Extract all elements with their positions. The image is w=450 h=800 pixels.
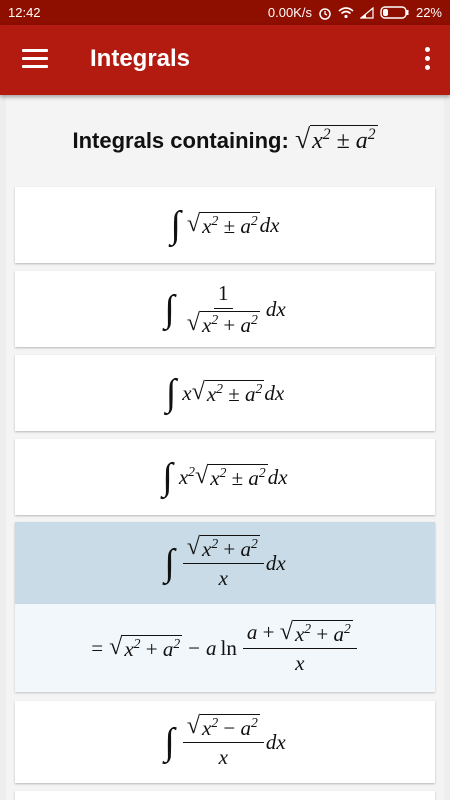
wifi-icon — [338, 7, 354, 19]
heading-formula: √ x2 ± a2 — [294, 123, 378, 154]
integral-card[interactable]: ∫ 1 √ x2 + a2 dx — [15, 271, 435, 347]
alarm-icon — [319, 7, 331, 20]
status-bar: 12:42 0.00K/s 22% — [0, 0, 450, 25]
battery-icon — [380, 6, 409, 19]
content: Integrals containing: √ x2 ± a2 ∫ √ x2 ± a… — [6, 95, 444, 800]
app-bar: Integrals — [0, 25, 450, 95]
integral-card[interactable]: ∫ √ x2 − a2 x dx — [15, 701, 435, 783]
integral-card-selected[interactable]: ∫ √ x2 + a2 x dx — [15, 522, 435, 604]
integral-formula: ∫ √ x2 − a2 x dx — [164, 711, 286, 770]
status-icons: 0.00K/s 22% — [268, 5, 442, 20]
heading-text: Integrals containing: — [72, 128, 289, 153]
status-time: 12:42 — [8, 5, 41, 20]
integral-card[interactable]: ∫ √ x2 ± a2 dx — [15, 187, 435, 263]
integral-formula: ∫ x2 √ x2 ± a2 dx — [162, 456, 288, 498]
integral-card[interactable]: ∫ x2 √ x2 ± a2 dx — [15, 439, 435, 515]
page-title: Integrals — [90, 45, 191, 72]
signal-icon — [359, 6, 374, 19]
battery-level: 22% — [415, 5, 442, 20]
section-heading: Integrals containing: √ x2 ± a2 — [6, 125, 444, 155]
integral-formula: ∫ √ x2 ± a2 dx — [170, 204, 280, 246]
result-formula: = √ x2 + a2 − a ln a + √ x2 + a2 x — [91, 619, 359, 676]
integral-card[interactable]: ∫ x √ x2 ± a2 dx — [15, 355, 435, 431]
more-vert-icon[interactable] — [422, 47, 432, 73]
network-speed: 0.00K/s — [267, 5, 312, 20]
integral-card[interactable] — [15, 791, 435, 800]
integral-formula: ∫ √ x2 + a2 x dx — [164, 532, 286, 591]
menu-icon[interactable] — [22, 49, 48, 69]
integral-formula: ∫ x √ x2 ± a2 dx — [165, 372, 285, 414]
integral-result: = √ x2 + a2 − a ln a + √ x2 + a2 x — [15, 604, 435, 692]
integral-formula: ∫ 1 √ x2 + a2 dx — [164, 280, 286, 337]
